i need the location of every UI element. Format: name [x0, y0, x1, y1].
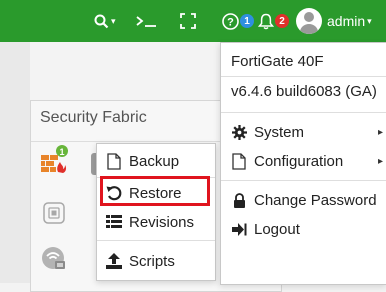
divider — [221, 112, 386, 113]
firmware-version: v6.4.6 build6083 (GA) — [231, 83, 377, 100]
access-point-icon[interactable] — [41, 246, 67, 277]
admin-dropdown: FortiGate 40F v6.4.6 build6083 (GA) Syst… — [220, 42, 386, 285]
menu-item-label: Scripts — [129, 252, 175, 270]
device-name: FortiGate 40F — [231, 53, 324, 70]
menu-item-label: System — [254, 123, 305, 141]
file-icon — [231, 152, 247, 170]
menu-item-backup[interactable]: Backup — [97, 146, 215, 176]
menu-item-label: Logout — [254, 220, 300, 238]
left-sidebar — [0, 42, 30, 283]
switch-icon[interactable] — [43, 202, 65, 229]
search-button[interactable]: ▾ — [94, 0, 116, 42]
chevron-down-icon: ▾ — [111, 15, 116, 26]
fortigate-badge: 1 — [59, 147, 64, 157]
menu-item-change-password[interactable]: Change Password — [221, 186, 386, 214]
menu-item-configuration[interactable]: Configuration ▸ — [221, 147, 386, 175]
alert-badge: 2 — [275, 14, 289, 28]
admin-menu-button[interactable]: admin ▾ — [296, 0, 372, 42]
list-icon — [105, 215, 123, 229]
username: admin — [327, 13, 366, 29]
menu-item-label: Revisions — [129, 213, 195, 231]
upload-icon — [105, 253, 123, 269]
fortigate-icon[interactable]: 1 — [39, 145, 69, 180]
menu-item-scripts[interactable]: Scripts — [97, 246, 215, 276]
cli-button[interactable] — [136, 0, 158, 42]
file-icon — [105, 152, 123, 170]
configuration-submenu: Backup Restore Revisions Scripts — [96, 143, 216, 281]
menu-item-system[interactable]: System ▸ — [221, 118, 386, 146]
divider — [97, 240, 215, 241]
divider — [221, 76, 386, 77]
chevron-right-icon: ▸ — [377, 126, 383, 138]
panel-title: Security Fabric — [40, 109, 147, 126]
avatar — [296, 8, 322, 34]
svg-text:?: ? — [227, 16, 234, 28]
cli-icon — [136, 14, 158, 28]
menu-item-label: Backup — [129, 152, 180, 170]
menu-item-revisions[interactable]: Revisions — [97, 207, 215, 237]
fullscreen-icon — [180, 13, 196, 29]
help-badge: 1 — [240, 14, 254, 28]
divider — [221, 180, 386, 181]
sign-out-icon — [231, 222, 247, 236]
menu-item-logout[interactable]: Logout — [221, 215, 386, 243]
lock-icon — [231, 192, 247, 208]
gear-icon — [231, 124, 247, 140]
bell-icon — [258, 13, 274, 30]
chevron-right-icon: ▸ — [377, 155, 383, 167]
help-icon: ? — [222, 12, 239, 30]
top-bar: ▾ ? 1 2 admin ▾ — [0, 0, 386, 42]
search-icon — [94, 14, 109, 29]
restore-highlight — [100, 176, 210, 206]
menu-item-label: Configuration — [254, 152, 344, 170]
help-button[interactable]: ? 1 — [222, 0, 254, 42]
menu-item-label: Change Password — [254, 191, 377, 209]
chevron-down-icon: ▾ — [367, 15, 372, 26]
alerts-button[interactable]: 2 — [258, 0, 289, 42]
fullscreen-button[interactable] — [180, 0, 196, 42]
